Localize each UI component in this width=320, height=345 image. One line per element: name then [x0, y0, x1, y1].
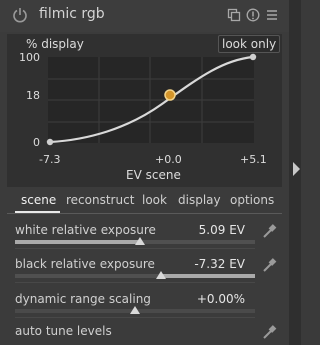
- auto-tune-levels-label: auto tune levels: [15, 324, 112, 338]
- color-picker-icon[interactable]: [260, 323, 278, 341]
- presets-icon[interactable]: [227, 8, 241, 22]
- x-tick-min: -7.3: [39, 153, 61, 166]
- color-picker-icon[interactable]: [260, 256, 278, 274]
- black-relative-exposure-row[interactable]: black relative exposure -7.32 EV: [0, 254, 289, 290]
- dynamic-range-scaling-value[interactable]: +0.00%: [190, 292, 245, 306]
- module-header[interactable]: filmic rgb: [0, 0, 289, 32]
- black-relative-exposure-value[interactable]: -7.32 EV: [185, 257, 245, 271]
- y-tick-0: 0: [33, 136, 40, 149]
- tab-scene[interactable]: scene: [21, 193, 56, 207]
- x-tick-mid: +0.0: [155, 153, 182, 166]
- dynamic-range-scaling-thumb[interactable]: [130, 306, 140, 314]
- black-relative-exposure-fill: [161, 274, 255, 278]
- black-relative-exposure-track[interactable]: [15, 274, 255, 278]
- white-relative-exposure-value[interactable]: 5.09 EV: [190, 223, 245, 237]
- tab-options[interactable]: options: [230, 193, 274, 207]
- curve-end-point: [249, 53, 257, 61]
- white-relative-exposure-label: white relative exposure: [15, 223, 156, 237]
- x-tick-max: +5.1: [240, 153, 267, 166]
- look-only-toggle[interactable]: look only: [218, 35, 281, 53]
- reset-icon[interactable]: [246, 8, 260, 22]
- auto-tune-levels-row[interactable]: auto tune levels: [0, 320, 289, 345]
- tab-look[interactable]: look: [142, 193, 167, 207]
- tab-reconstruct[interactable]: reconstruct: [66, 193, 134, 207]
- black-relative-exposure-label: black relative exposure: [15, 257, 155, 271]
- row-divider: [15, 282, 255, 283]
- grey-point-handle: [164, 89, 176, 101]
- black-relative-exposure-thumb[interactable]: [156, 271, 167, 279]
- row-divider: [15, 248, 255, 249]
- y-tick-18: 18: [26, 89, 40, 102]
- graph-y-axis-title: % display: [26, 37, 84, 51]
- menu-icon[interactable]: [265, 8, 279, 22]
- row-divider: [15, 317, 255, 318]
- filmic-tabs: scene reconstruct look display options: [13, 193, 275, 213]
- white-relative-exposure-fill: [15, 240, 140, 244]
- curve-start-point: [46, 138, 54, 146]
- tab-display[interactable]: display: [178, 193, 221, 207]
- module-title: filmic rgb: [39, 6, 105, 22]
- y-tick-100: 100: [19, 51, 40, 64]
- collapse-right-panel-arrow-icon[interactable]: [293, 162, 300, 176]
- color-picker-icon[interactable]: [260, 222, 278, 240]
- tabs-separator: [7, 213, 282, 214]
- white-relative-exposure-row[interactable]: white relative exposure 5.09 EV: [0, 220, 289, 256]
- white-relative-exposure-thumb[interactable]: [134, 237, 145, 245]
- power-icon[interactable]: [12, 7, 28, 23]
- graph-x-axis-title: EV scene: [126, 168, 181, 182]
- dynamic-range-scaling-label: dynamic range scaling: [15, 292, 151, 306]
